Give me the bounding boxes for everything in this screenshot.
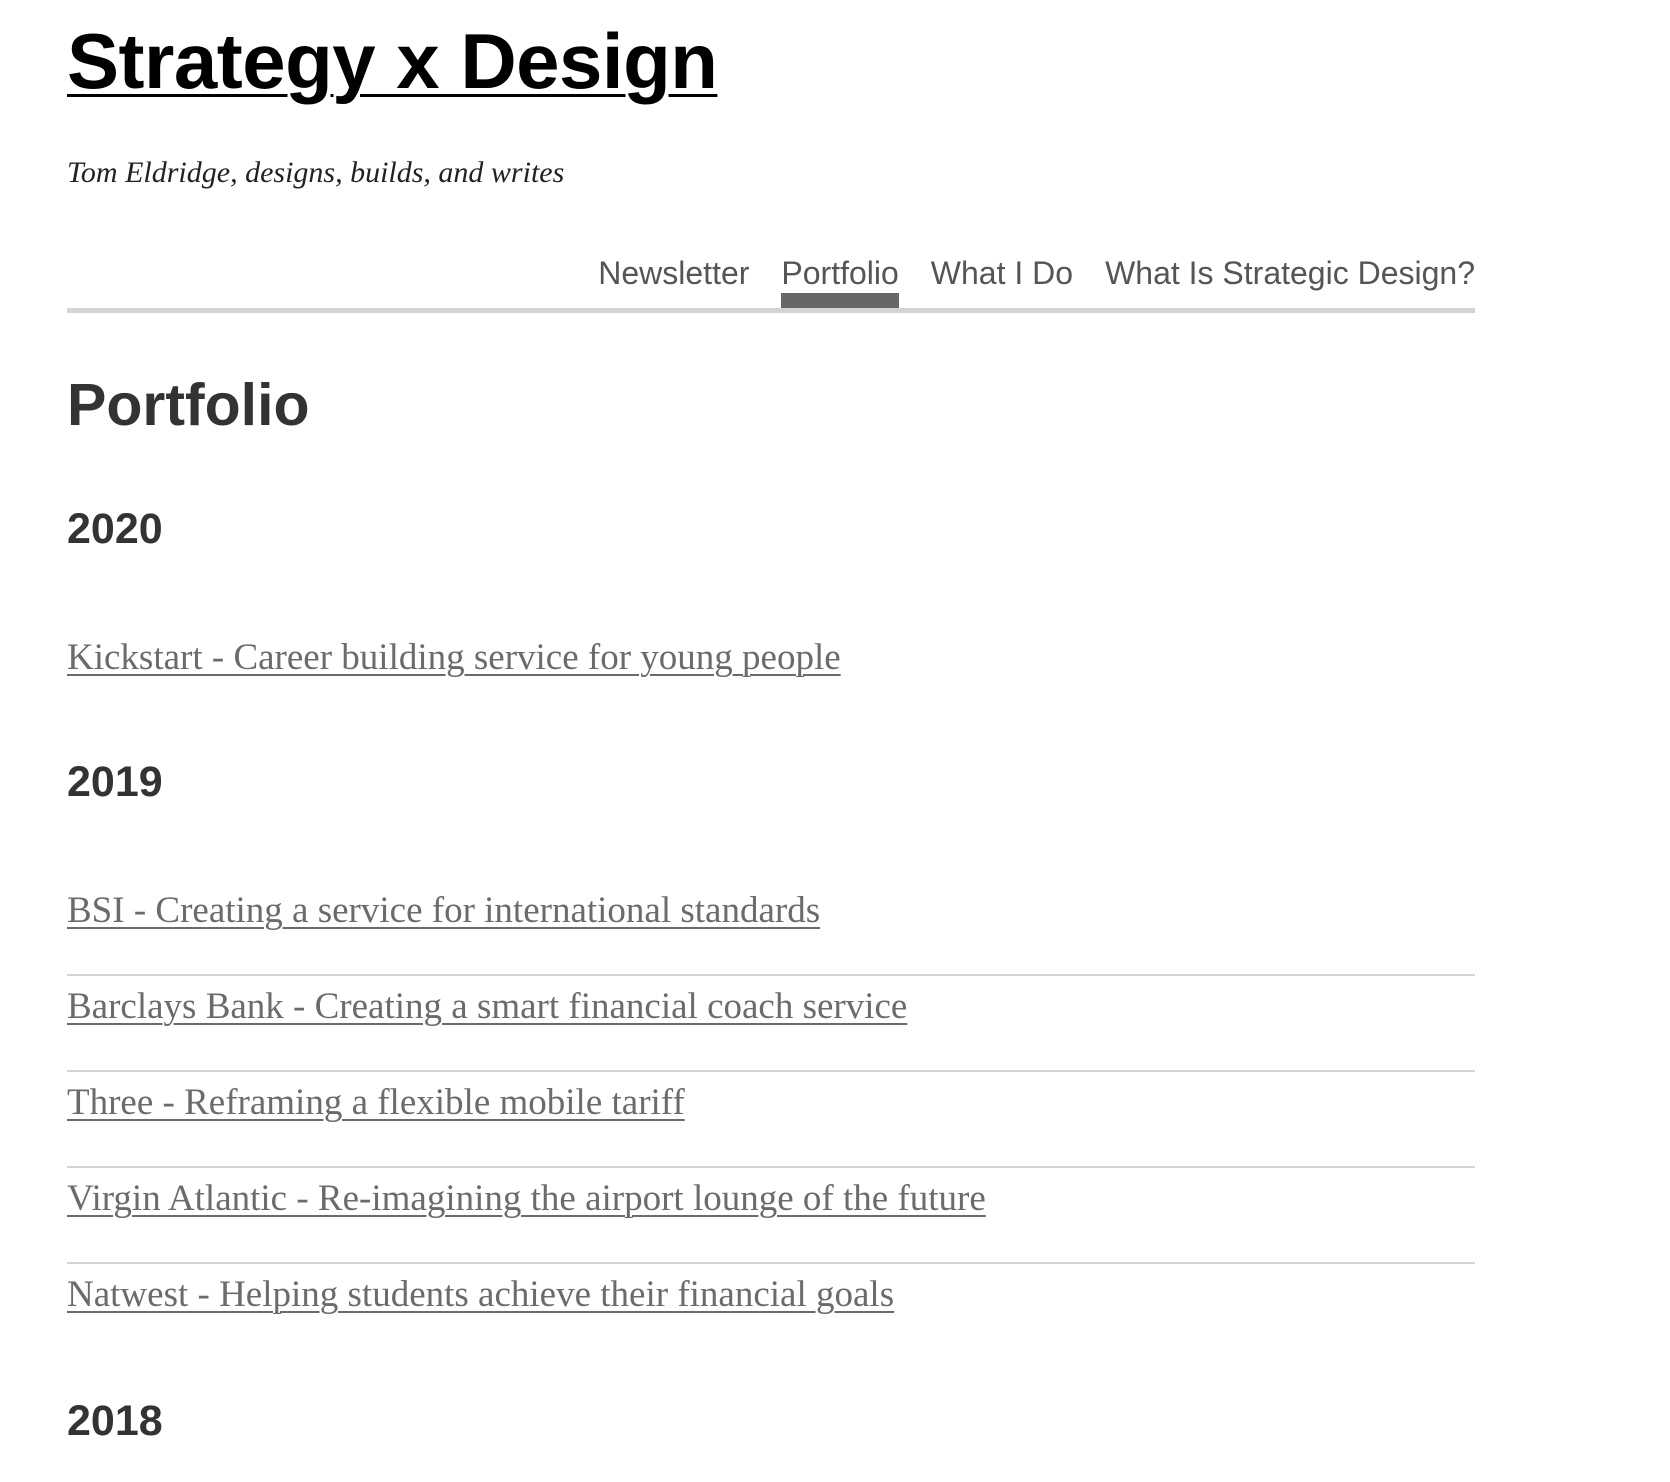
nav-item-what-is-strategic-design[interactable]: What Is Strategic Design? <box>1105 248 1475 298</box>
project-link-three[interactable]: Three - Reframing a flexible mobile tari… <box>67 1082 685 1123</box>
list-item: Virgin Atlantic - Re-imagining the airpo… <box>67 1168 1475 1264</box>
list-item: Kickstart - Career building service for … <box>67 627 1475 723</box>
page-title: Portfolio <box>67 372 310 438</box>
year-heading-2019: 2019 <box>67 758 163 806</box>
project-link-virgin-atlantic[interactable]: Virgin Atlantic - Re-imagining the airpo… <box>67 1178 986 1219</box>
project-list-2020: Kickstart - Career building service for … <box>67 627 1475 723</box>
project-link-barclays[interactable]: Barclays Bank - Creating a smart financi… <box>67 986 907 1027</box>
list-item: Natwest - Helping students achieve their… <box>67 1264 1475 1360</box>
page: Strategy x Design Tom Eldridge, designs,… <box>0 0 1670 1482</box>
site-tagline: Tom Eldridge, designs, builds, and write… <box>67 156 565 189</box>
main-nav: Newsletter Portfolio What I Do What Is S… <box>67 248 1475 314</box>
year-heading-2020: 2020 <box>67 505 163 553</box>
nav-item-newsletter[interactable]: Newsletter <box>598 248 749 298</box>
nav-divider <box>67 308 1475 313</box>
project-link-natwest[interactable]: Natwest - Helping students achieve their… <box>67 1274 894 1315</box>
list-item: Three - Reframing a flexible mobile tari… <box>67 1072 1475 1168</box>
project-list-2019: BSI - Creating a service for internation… <box>67 880 1475 1360</box>
nav-items: Newsletter Portfolio What I Do What Is S… <box>598 248 1475 308</box>
year-heading-2018: 2018 <box>67 1397 163 1445</box>
list-item: BSI - Creating a service for internation… <box>67 880 1475 976</box>
nav-item-portfolio[interactable]: Portfolio <box>781 248 900 308</box>
project-link-bsi[interactable]: BSI - Creating a service for internation… <box>67 890 820 931</box>
project-link-kickstart[interactable]: Kickstart - Career building service for … <box>67 637 841 678</box>
nav-item-what-i-do[interactable]: What I Do <box>931 248 1073 298</box>
site-title: Strategy x Design <box>67 16 718 106</box>
site-title-link[interactable]: Strategy x Design <box>67 17 718 105</box>
list-item: Barclays Bank - Creating a smart financi… <box>67 976 1475 1072</box>
